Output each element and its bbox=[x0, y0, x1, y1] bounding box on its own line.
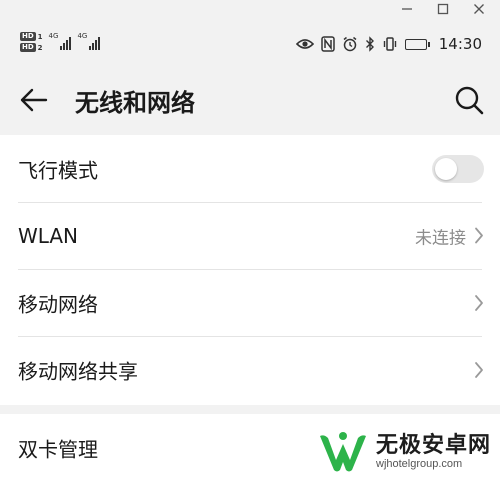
clock: 14:30 bbox=[438, 35, 482, 53]
sim2-hd-badge: HD 2 bbox=[20, 43, 43, 52]
row-trailing bbox=[474, 361, 484, 379]
status-bar: HD 1 HD 2 4G 4G 14:30 bbox=[0, 26, 500, 62]
vibrate-icon bbox=[382, 36, 398, 52]
toggle-knob bbox=[435, 157, 457, 180]
network-type-label: 4G bbox=[77, 32, 88, 40]
watermark: 无极安卓网 wjhotelgroup.com bbox=[316, 430, 491, 474]
search-icon[interactable] bbox=[452, 83, 486, 117]
sim-index: 2 bbox=[37, 43, 43, 52]
sim1-signal-icon: 4G bbox=[49, 32, 72, 50]
settings-card: 飞行模式 WLAN 未连接 移动网络 移动网络共享 bbox=[0, 135, 500, 405]
maximize-icon[interactable] bbox=[436, 2, 450, 16]
row-trailing bbox=[474, 294, 484, 312]
watermark-name: 无极安卓网 bbox=[376, 432, 492, 458]
back-arrow-icon[interactable] bbox=[18, 84, 50, 116]
sim1-hd-badge: HD 1 bbox=[20, 32, 43, 41]
dual-sim-label: 双卡管理 bbox=[18, 437, 98, 461]
watermark-text: 无极安卓网 wjhotelgroup.com bbox=[376, 432, 492, 471]
chevron-right-icon bbox=[475, 227, 483, 244]
hotspot-label: 移动网络共享 bbox=[18, 359, 138, 383]
watermark-logo-icon bbox=[320, 432, 366, 472]
mobile-network-row[interactable]: 移动网络 bbox=[0, 269, 500, 336]
page-title: 无线和网络 bbox=[75, 89, 195, 117]
airplane-mode-toggle[interactable] bbox=[432, 154, 484, 183]
watermark-url: wjhotelgroup.com bbox=[376, 458, 463, 471]
bluetooth-icon bbox=[365, 36, 375, 52]
hd-label: HD bbox=[20, 43, 36, 52]
screen: HD 1 HD 2 4G 4G 14:30 无线和网络 飞行模式 WLAN 未连… bbox=[0, 0, 500, 481]
system-indicators: 14:30 bbox=[295, 32, 482, 56]
airplane-mode-row[interactable]: 飞行模式 bbox=[0, 135, 500, 202]
airplane-mode-label: 飞行模式 bbox=[18, 158, 98, 182]
chevron-right-icon bbox=[475, 361, 483, 378]
minimize-icon[interactable] bbox=[400, 2, 414, 16]
wlan-row[interactable]: WLAN 未连接 bbox=[0, 202, 500, 269]
wlan-status: 未连接 bbox=[415, 228, 466, 248]
sim-index: 1 bbox=[37, 32, 43, 41]
window-controls bbox=[400, 0, 500, 18]
hotspot-row[interactable]: 移动网络共享 bbox=[0, 336, 500, 403]
hd-label: HD bbox=[20, 32, 36, 41]
sim2-signal-icon: 4G bbox=[77, 32, 101, 50]
network-type-label: 4G bbox=[48, 32, 59, 40]
sim-indicators: HD 1 HD 2 4G 4G bbox=[20, 32, 101, 52]
app-header: 无线和网络 bbox=[0, 70, 500, 128]
battery-icon bbox=[404, 38, 430, 50]
row-trailing bbox=[432, 154, 484, 183]
alarm-icon bbox=[342, 36, 358, 52]
close-icon[interactable] bbox=[472, 2, 486, 16]
eye-comfort-icon bbox=[295, 36, 314, 52]
chevron-right-icon bbox=[475, 294, 483, 311]
wlan-label: WLAN bbox=[18, 223, 79, 248]
volte-badges: HD 1 HD 2 bbox=[20, 32, 43, 52]
row-trailing: 未连接 bbox=[415, 223, 484, 248]
mobile-network-label: 移动网络 bbox=[18, 292, 98, 316]
nfc-icon bbox=[321, 36, 335, 52]
